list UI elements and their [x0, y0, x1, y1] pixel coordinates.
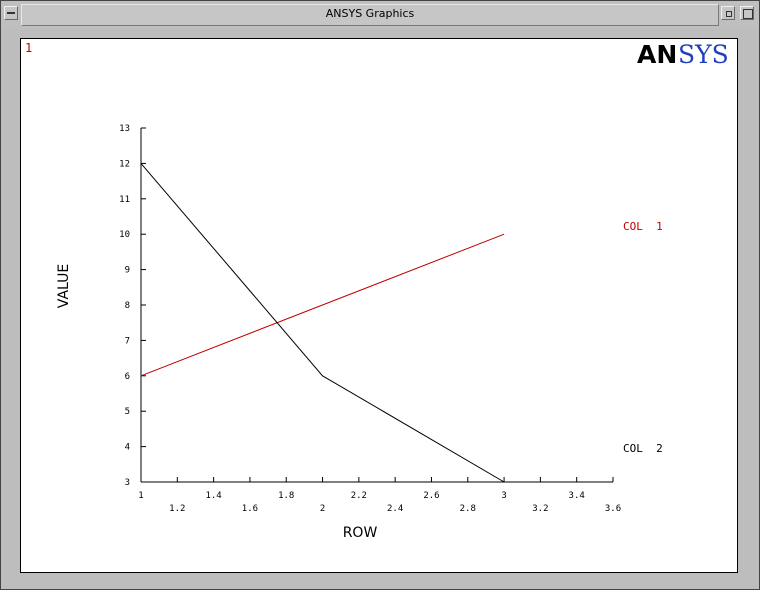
y-tick-label: 7	[125, 336, 130, 346]
y-tick-label: 8	[125, 301, 130, 311]
x-tick-label: 3.6	[605, 504, 621, 514]
x-axis-label: ROW	[343, 525, 378, 541]
maximize-button[interactable]	[740, 6, 754, 20]
x-tick-label: 2.2	[351, 491, 367, 501]
x-tick-label: 1.4	[205, 491, 221, 501]
window-title: ANSYS Graphics	[325, 7, 415, 20]
minimize-button[interactable]	[721, 6, 735, 20]
y-tick-label: 5	[125, 407, 130, 417]
line-chart: 1 AN SYS 3 4 5 6 7 8 9 10 11 12 13 1 1.2 1.4 1.6 1.8 2 2.…	[25, 40, 729, 541]
legend-entry-1: COL 1	[623, 220, 663, 233]
series-lines	[140, 163, 505, 483]
x-tick-label: 1.6	[242, 504, 258, 514]
x-tick-label: 2	[320, 504, 325, 514]
y-tick-label: 9	[125, 266, 130, 276]
series-line-2	[140, 163, 505, 483]
y-tick-label: 11	[119, 195, 130, 205]
ansys-graphics-window: ANSYS Graphics 1 AN SYS 3 4 5 6 7 8 9 10 11 12 13 1…	[0, 0, 760, 590]
window-menu-button[interactable]	[4, 6, 18, 20]
logo-an-text: AN	[637, 40, 677, 69]
x-tick-label: 2.6	[423, 491, 439, 501]
y-tick-label: 6	[125, 372, 130, 382]
x-tick-label: 2.8	[460, 504, 476, 514]
x-tick-label: 3.2	[532, 504, 548, 514]
window-frame: 1 AN SYS 3 4 5 6 7 8 9 10 11 12 13 1 1.2 1.4 1.6 1.8 2 2.…	[1, 29, 759, 589]
legend: COL 1 COL 2	[623, 220, 663, 455]
title-bar-drag-area[interactable]: ANSYS Graphics	[21, 4, 719, 26]
title-bar[interactable]: ANSYS Graphics	[1, 1, 759, 30]
x-tick-label: 1	[138, 491, 143, 501]
x-tick-label: 2.4	[387, 504, 403, 514]
axes: 3 4 5 6 7 8 9 10 11 12 13 1 1.2 1.4 1.6 1.8 2 2.2 2.4 2.6 2.…	[119, 124, 621, 514]
logo-sys-text: SYS	[678, 40, 729, 69]
window-number: 1	[25, 41, 32, 55]
graphics-area[interactable]: 1 AN SYS 3 4 5 6 7 8 9 10 11 12 13 1 1.2 1.4 1.6 1.8 2 2.…	[20, 38, 738, 573]
x-tick-label: 3	[501, 491, 506, 501]
ansys-logo: AN SYS	[637, 40, 729, 69]
y-tick-label: 3	[125, 478, 130, 488]
x-tick-label: 3.4	[569, 491, 585, 501]
y-tick-label: 4	[125, 443, 130, 453]
y-tick-label: 12	[119, 159, 130, 169]
y-tick-label: 10	[119, 230, 130, 240]
maximize-icon	[743, 9, 753, 19]
series-line-1	[140, 233, 505, 377]
x-tick-label: 1.8	[278, 491, 294, 501]
minimize-icon	[726, 11, 732, 17]
x-tick-label: 1.2	[169, 504, 185, 514]
y-tick-label: 13	[119, 124, 130, 134]
y-axis-label: VALUE	[56, 264, 72, 308]
menu-bar-icon	[7, 12, 15, 14]
legend-entry-2: COL 2	[623, 442, 663, 455]
